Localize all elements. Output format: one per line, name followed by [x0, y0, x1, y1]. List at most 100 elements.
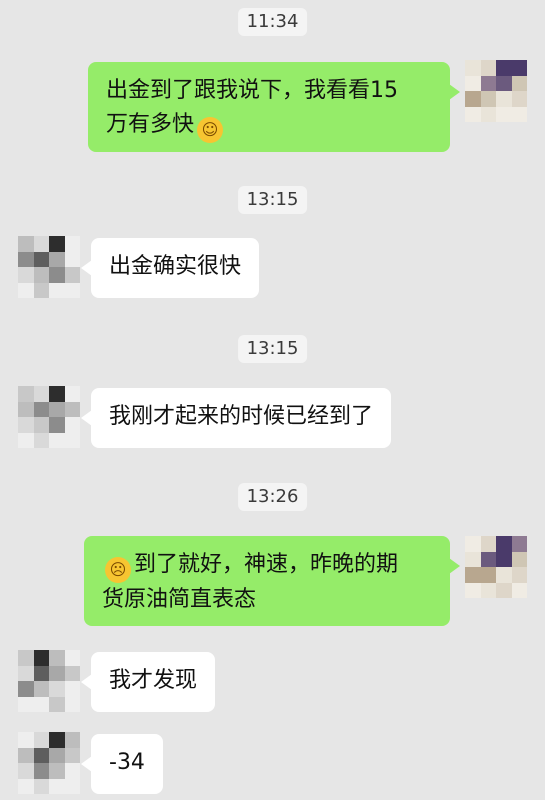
avatar-pixel	[18, 681, 34, 697]
avatar-pixel	[465, 551, 481, 567]
avatar-pixel	[64, 696, 80, 712]
message-text: 万有多快	[106, 112, 195, 137]
avatar[interactable]	[18, 386, 80, 448]
avatar-pixel	[18, 386, 34, 402]
avatar-pixel	[49, 763, 65, 779]
avatar-pixel	[465, 106, 481, 122]
avatar-pixel	[18, 650, 34, 666]
avatar-pixel	[64, 282, 80, 298]
avatar-pixel	[49, 747, 65, 763]
avatar-pixel	[33, 251, 49, 267]
message-text: 出金确实很快	[109, 254, 242, 279]
avatar[interactable]	[465, 536, 527, 598]
avatar-pixel	[49, 696, 65, 712]
avatar-pixel	[496, 582, 512, 598]
avatar-pixel	[64, 681, 80, 697]
avatar-pixel	[511, 551, 527, 567]
avatar-pixel	[496, 60, 512, 76]
avatar-pixel	[33, 267, 49, 283]
avatar-pixel	[49, 650, 65, 666]
avatar-pixel	[18, 401, 34, 417]
avatar-pixel	[18, 417, 34, 433]
avatar-pixel	[511, 567, 527, 583]
message-text: 出金到了跟我说下，我看看15	[106, 78, 398, 103]
avatar[interactable]	[18, 650, 80, 712]
avatar-pixel	[18, 778, 34, 794]
avatar-pixel	[18, 665, 34, 681]
avatar-pixel	[64, 417, 80, 433]
avatar-pixel	[64, 251, 80, 267]
avatar-pixel	[64, 267, 80, 283]
message-bubble-received[interactable]: -34	[81, 734, 163, 794]
avatar-pixel	[480, 91, 496, 107]
message-bubble-sent[interactable]: ☹ 到了就好，神速，昨晚的期 货原油简直表态	[84, 536, 460, 626]
timestamp: 13:15	[237, 335, 308, 363]
avatar-pixel	[33, 282, 49, 298]
avatar-pixel	[33, 236, 49, 252]
timestamp: 11:34	[237, 8, 308, 36]
avatar[interactable]	[465, 60, 527, 122]
avatar-pixel	[33, 432, 49, 448]
avatar-pixel	[496, 75, 512, 91]
avatar-pixel	[465, 582, 481, 598]
avatar-pixel	[465, 75, 481, 91]
avatar-pixel	[18, 432, 34, 448]
avatar-pixel	[33, 778, 49, 794]
message-bubble-received[interactable]: 我刚才起来的时候已经到了	[80, 388, 392, 448]
avatar-pixel	[49, 665, 65, 681]
avatar-pixel	[496, 106, 512, 122]
avatar-pixel	[49, 386, 65, 402]
avatar-pixel	[49, 236, 65, 252]
avatar-pixel	[64, 401, 80, 417]
avatar-pixel	[511, 106, 527, 122]
avatar-pixel	[64, 763, 80, 779]
avatar-pixel	[33, 681, 49, 697]
crying-laughing-emoji-icon: ☹	[105, 557, 131, 583]
avatar-pixel	[18, 763, 34, 779]
avatar-pixel	[33, 763, 49, 779]
message-bubble-received[interactable]: 我才发现	[80, 652, 216, 712]
avatar-pixel	[49, 267, 65, 283]
avatar-pixel	[496, 567, 512, 583]
avatar[interactable]	[18, 236, 80, 298]
avatar-pixel	[64, 665, 80, 681]
avatar[interactable]	[18, 732, 80, 794]
avatar-pixel	[33, 386, 49, 402]
avatar-pixel	[49, 732, 65, 748]
avatar-pixel	[480, 106, 496, 122]
avatar-pixel	[33, 417, 49, 433]
avatar-pixel	[480, 582, 496, 598]
avatar-pixel	[465, 60, 481, 76]
message-text: 我刚才起来的时候已经到了	[109, 404, 374, 429]
avatar-pixel	[64, 778, 80, 794]
avatar-pixel	[49, 251, 65, 267]
avatar-pixel	[64, 650, 80, 666]
message-bubble-sent[interactable]: 出金到了跟我说下，我看看15 万有多快 ☺	[88, 62, 460, 152]
avatar-pixel	[33, 665, 49, 681]
avatar-pixel	[465, 91, 481, 107]
avatar-pixel	[49, 282, 65, 298]
avatar-pixel	[511, 582, 527, 598]
message-text: 到了就好，神速，昨晚的期	[134, 552, 399, 577]
message-bubble-received[interactable]: 出金确实很快	[80, 238, 260, 298]
avatar-pixel	[496, 551, 512, 567]
avatar-pixel	[496, 91, 512, 107]
avatar-pixel	[64, 236, 80, 252]
avatar-pixel	[33, 747, 49, 763]
avatar-pixel	[480, 567, 496, 583]
avatar-pixel	[480, 536, 496, 552]
avatar-pixel	[511, 536, 527, 552]
avatar-pixel	[64, 747, 80, 763]
avatar-pixel	[18, 282, 34, 298]
avatar-pixel	[511, 91, 527, 107]
avatar-pixel	[49, 432, 65, 448]
avatar-pixel	[480, 551, 496, 567]
avatar-pixel	[49, 401, 65, 417]
avatar-pixel	[64, 732, 80, 748]
avatar-pixel	[49, 681, 65, 697]
avatar-pixel	[64, 386, 80, 402]
message-text: -34	[109, 750, 145, 775]
avatar-pixel	[18, 732, 34, 748]
avatar-pixel	[18, 747, 34, 763]
avatar-pixel	[480, 60, 496, 76]
